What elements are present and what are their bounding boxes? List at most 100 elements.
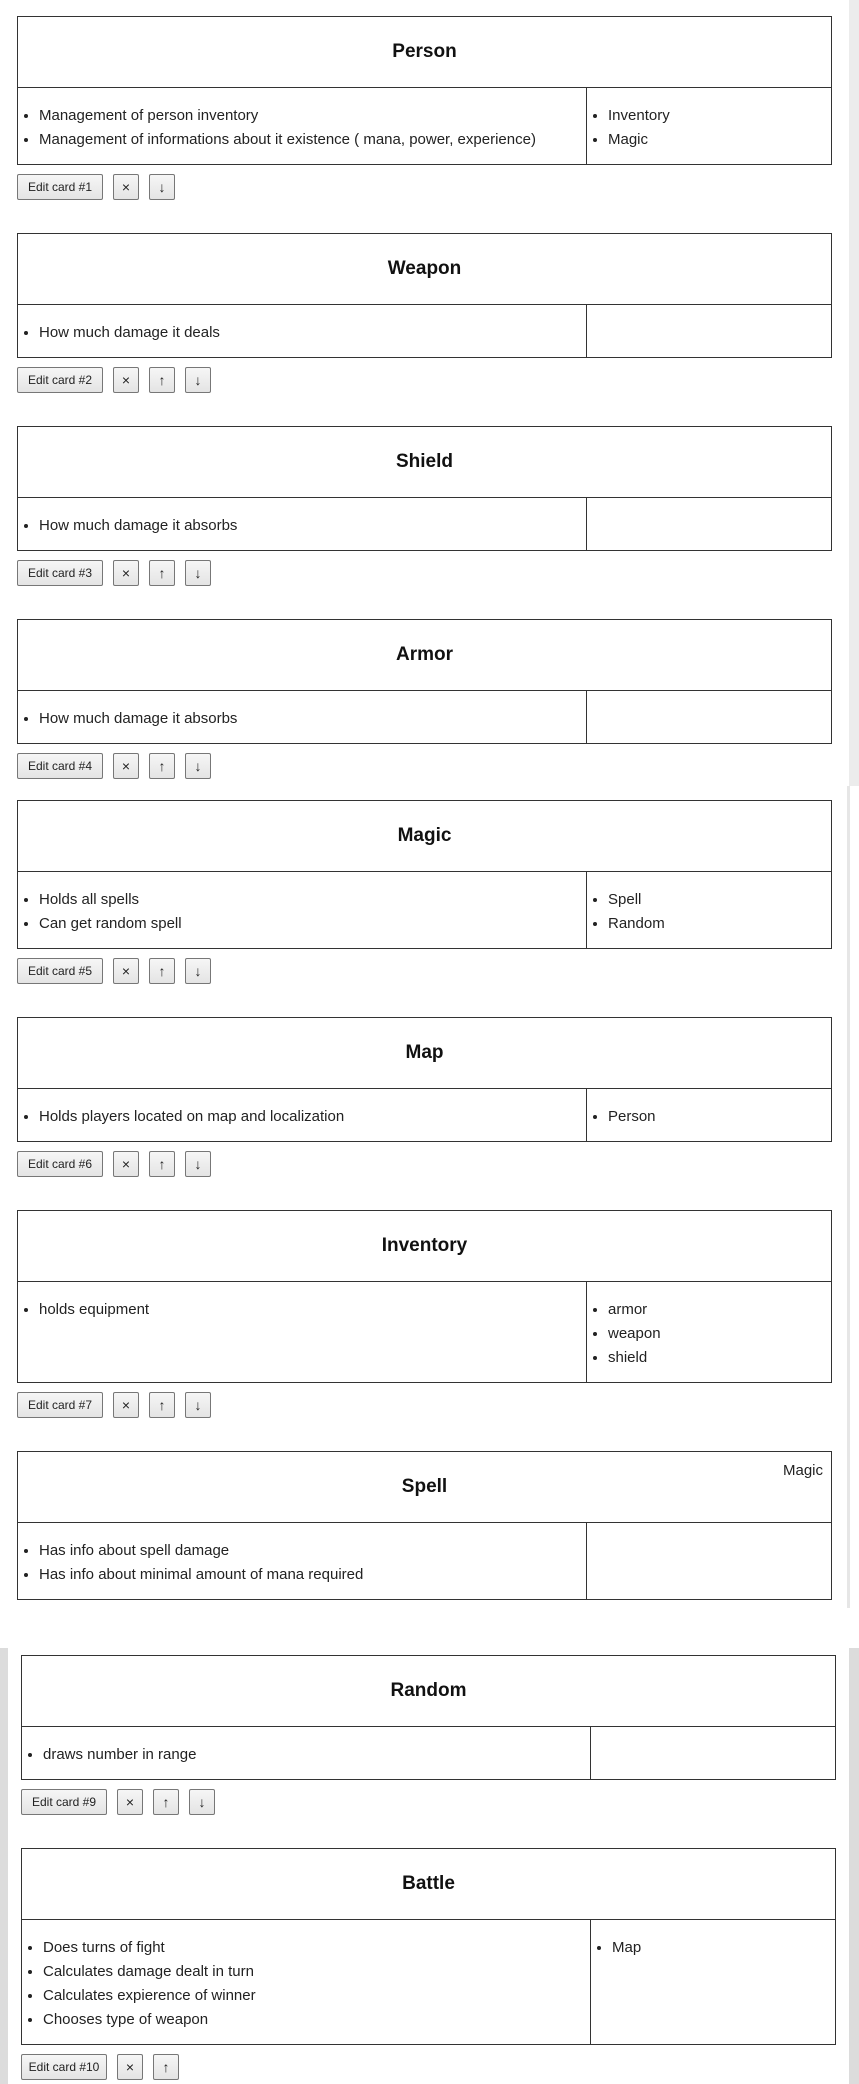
card-header: Spell Magic bbox=[18, 1452, 831, 1523]
move-up-button[interactable]: ↑ bbox=[153, 2054, 179, 2080]
move-up-button[interactable]: ↑ bbox=[153, 1789, 179, 1815]
card-title: Magic bbox=[397, 825, 452, 846]
responsibilities-cell: Management of person inventoryManagement… bbox=[18, 88, 587, 164]
card-controls: Edit card #2 × ↑ ↓ bbox=[17, 366, 832, 394]
responsibilities-list: How much damage it deals bbox=[18, 321, 586, 345]
move-up-button[interactable]: ↑ bbox=[149, 958, 175, 984]
card-header: Weapon bbox=[18, 234, 831, 305]
collaborators-cell: SpellRandom bbox=[587, 872, 831, 948]
edit-card-button[interactable]: Edit card #9 bbox=[21, 1789, 107, 1815]
delete-card-button[interactable]: × bbox=[117, 1789, 143, 1815]
card-controls: Edit card #10 × ↑ bbox=[21, 2053, 836, 2081]
responsibilities-list: Does turns of fightCalculates damage dea… bbox=[22, 1936, 590, 2032]
delete-card-button[interactable]: × bbox=[113, 367, 139, 393]
edit-card-button[interactable]: Edit card #5 bbox=[17, 958, 103, 984]
delete-card-button[interactable]: × bbox=[113, 958, 139, 984]
collaborators-cell bbox=[587, 1523, 831, 1599]
move-up-button[interactable]: ↑ bbox=[149, 753, 175, 779]
move-down-button[interactable]: ↓ bbox=[149, 174, 175, 200]
responsibilities-cell: draws number in range bbox=[22, 1727, 591, 1779]
move-down-button[interactable]: ↓ bbox=[185, 1151, 211, 1177]
responsibility-item: Can get random spell bbox=[39, 912, 586, 936]
scroll-gutter bbox=[0, 1648, 8, 2084]
delete-card-button[interactable]: × bbox=[117, 2054, 143, 2080]
responsibilities-cell: Does turns of fightCalculates damage dea… bbox=[22, 1920, 591, 2044]
card-title: Person bbox=[392, 41, 457, 62]
collaborator-item: armor bbox=[608, 1298, 831, 1322]
card-table: Magic Holds all spellsCan get random spe… bbox=[17, 800, 832, 949]
collaborator-item: Person bbox=[608, 1105, 831, 1129]
responsibility-item: Holds players located on map and localiz… bbox=[39, 1105, 586, 1129]
crc-card: Battle Does turns of fightCalculates dam… bbox=[21, 1848, 836, 2081]
edit-card-button[interactable]: Edit card #3 bbox=[17, 560, 103, 586]
collaborators-list: Person bbox=[587, 1105, 831, 1129]
collaborators-list: InventoryMagic bbox=[587, 104, 831, 152]
card-table: Armor How much damage it absorbs bbox=[17, 619, 832, 744]
collaborators-cell: InventoryMagic bbox=[587, 88, 831, 164]
edit-card-button[interactable]: Edit card #2 bbox=[17, 367, 103, 393]
card-header: Magic bbox=[18, 801, 831, 872]
delete-card-button[interactable]: × bbox=[113, 1392, 139, 1418]
edit-card-button[interactable]: Edit card #1 bbox=[17, 174, 103, 200]
responsibilities-list: draws number in range bbox=[22, 1743, 590, 1767]
edit-card-button[interactable]: Edit card #7 bbox=[17, 1392, 103, 1418]
responsibilities-list: Management of person inventoryManagement… bbox=[18, 104, 586, 152]
collaborators-cell: Map bbox=[591, 1920, 835, 2044]
delete-card-button[interactable]: × bbox=[113, 753, 139, 779]
responsibilities-cell: Has info about spell damageHas info abou… bbox=[18, 1523, 587, 1599]
delete-card-button[interactable]: × bbox=[113, 560, 139, 586]
delete-card-button[interactable]: × bbox=[113, 174, 139, 200]
card-header: Shield bbox=[18, 427, 831, 498]
card-title: Shield bbox=[395, 451, 453, 472]
responsibility-item: Chooses type of weapon bbox=[43, 2008, 590, 2032]
crc-card: Weapon How much damage it deals Edit car… bbox=[17, 233, 832, 394]
collaborator-item: Map bbox=[612, 1936, 835, 1960]
move-down-button[interactable]: ↓ bbox=[185, 1392, 211, 1418]
card-header: Person bbox=[18, 17, 831, 88]
crc-card: Spell Magic Has info about spell damageH… bbox=[17, 1451, 832, 1608]
edit-card-button[interactable]: Edit card #6 bbox=[17, 1151, 103, 1177]
card-table: Inventory holds equipment armorweaponshi… bbox=[17, 1210, 832, 1383]
card-table: Person Management of person inventoryMan… bbox=[17, 16, 832, 165]
edit-card-button[interactable]: Edit card #10 bbox=[21, 2054, 107, 2080]
card-title: Spell bbox=[401, 1476, 448, 1497]
collaborators-list: Map bbox=[591, 1936, 835, 1960]
card-body: Does turns of fightCalculates damage dea… bbox=[22, 1920, 835, 2044]
card-controls: Edit card #4 × ↑ ↓ bbox=[17, 752, 832, 780]
card-table: Spell Magic Has info about spell damageH… bbox=[17, 1451, 832, 1600]
move-up-button[interactable]: ↑ bbox=[149, 560, 175, 586]
move-down-button[interactable]: ↓ bbox=[185, 958, 211, 984]
collaborator-item: Magic bbox=[608, 128, 831, 152]
move-down-button[interactable]: ↓ bbox=[185, 753, 211, 779]
move-down-button[interactable]: ↓ bbox=[185, 560, 211, 586]
collaborator-item: Random bbox=[608, 912, 831, 936]
card-body: How much damage it deals bbox=[18, 305, 831, 357]
edit-card-button[interactable]: Edit card #4 bbox=[17, 753, 103, 779]
crc-card: Magic Holds all spellsCan get random spe… bbox=[17, 800, 832, 985]
collaborators-list: armorweaponshield bbox=[587, 1298, 831, 1370]
delete-card-button[interactable]: × bbox=[113, 1151, 139, 1177]
card-table: Random draws number in range bbox=[21, 1655, 836, 1780]
card-header: Armor bbox=[18, 620, 831, 691]
move-up-button[interactable]: ↑ bbox=[149, 1151, 175, 1177]
card-body: holds equipment armorweaponshield bbox=[18, 1282, 831, 1382]
card-header: Battle bbox=[22, 1849, 835, 1920]
screenshot-segment-2: Magic Holds all spellsCan get random spe… bbox=[0, 786, 859, 1608]
responsibilities-cell: How much damage it absorbs bbox=[18, 691, 587, 743]
responsibilities-list: Holds players located on map and localiz… bbox=[18, 1105, 586, 1129]
responsibility-item: How much damage it absorbs bbox=[39, 514, 586, 538]
move-up-button[interactable]: ↑ bbox=[149, 367, 175, 393]
move-down-button[interactable]: ↓ bbox=[189, 1789, 215, 1815]
card-table: Map Holds players located on map and loc… bbox=[17, 1017, 832, 1142]
move-up-button[interactable]: ↑ bbox=[149, 1392, 175, 1418]
card-controls: Edit card #1 × ↓ bbox=[17, 173, 832, 201]
responsibilities-list: How much damage it absorbs bbox=[18, 514, 586, 538]
card-superclass: Magic bbox=[782, 1462, 823, 1479]
collaborators-list: SpellRandom bbox=[587, 888, 831, 936]
move-down-button[interactable]: ↓ bbox=[185, 367, 211, 393]
card-header: Map bbox=[18, 1018, 831, 1089]
card-title: Map bbox=[405, 1042, 444, 1063]
responsibility-item: draws number in range bbox=[43, 1743, 590, 1767]
collaborators-cell: armorweaponshield bbox=[587, 1282, 831, 1382]
responsibility-item: Calculates expierence of winner bbox=[43, 1984, 590, 2008]
